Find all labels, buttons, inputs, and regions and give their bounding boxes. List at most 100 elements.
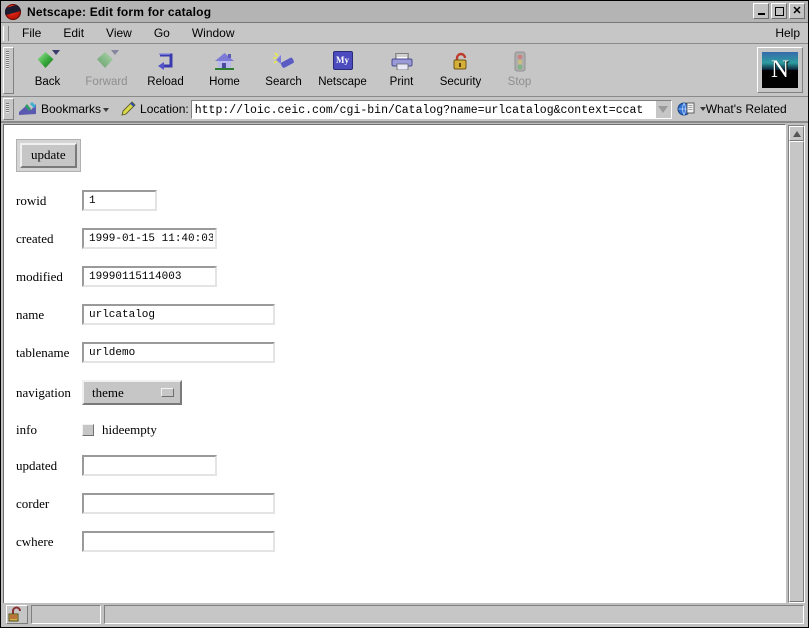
label-created: created [16, 231, 82, 247]
toolbar-home-button[interactable]: Home [195, 47, 254, 88]
url-dropdown-button[interactable] [655, 101, 671, 118]
input-corder[interactable] [82, 493, 275, 514]
reload-icon [151, 49, 181, 75]
toolbar-search-button[interactable]: Search [254, 47, 313, 88]
form-row-navigation: navigation theme [16, 380, 785, 405]
bookmark-icon[interactable] [18, 101, 38, 117]
unlocked-padlock-icon[interactable] [6, 605, 28, 624]
input-updated[interactable] [82, 455, 217, 476]
menu-bar: File Edit View Go Window Help [1, 23, 808, 44]
toolbar-print-button[interactable]: Print [372, 47, 431, 88]
input-modified[interactable] [82, 266, 217, 287]
bookmarks-text: Bookmarks [41, 102, 101, 116]
toolbar-forward-label: Forward [85, 76, 127, 88]
vertical-scrollbar[interactable] [788, 125, 805, 603]
form-row-modified: modified [16, 266, 785, 287]
netscape-logo-icon: N [762, 52, 798, 88]
netscape-logo-letter: N [762, 54, 798, 86]
stop-light-icon [505, 49, 535, 75]
menu-help[interactable]: Help [764, 24, 808, 42]
window-title: Netscape: Edit form for catalog [27, 5, 211, 19]
label-modified: modified [16, 269, 82, 285]
label-corder: corder [16, 496, 82, 512]
label-updated: updated [16, 458, 82, 474]
toolbar-reload-button[interactable]: Reload [136, 47, 195, 88]
menu-view[interactable]: View [95, 24, 143, 42]
label-info: info [16, 422, 82, 438]
maximize-button[interactable] [771, 3, 787, 19]
menu-go[interactable]: Go [143, 24, 181, 42]
toolbar-grip[interactable] [3, 47, 14, 94]
location-bar: Bookmarks Location: What's R [1, 97, 808, 122]
form-row-cwhere: cwhere [16, 531, 785, 552]
whats-related-button[interactable]: What's Related [677, 101, 791, 118]
pen-icon [121, 101, 136, 117]
status-message-panel [31, 605, 101, 624]
input-created[interactable] [82, 228, 217, 249]
label-cwhere: cwhere [16, 534, 82, 550]
whats-related-label: What's Related [706, 102, 787, 116]
toolbar-search-label: Search [265, 76, 301, 88]
scroll-up-arrow[interactable] [789, 126, 804, 141]
bookmarks-label[interactable]: Bookmarks [41, 102, 109, 116]
checkbox-hideempty-wrapper[interactable]: hideempty [82, 422, 157, 438]
toolbar-netscape-label: Netscape [318, 76, 367, 88]
scroll-thumb[interactable] [789, 141, 804, 602]
edit-form: update rowid created modified name [4, 125, 785, 552]
netscape-logo-button[interactable]: N [757, 47, 803, 93]
form-row-created: created [16, 228, 785, 249]
toolbar-netscape-button[interactable]: My Netscape [313, 47, 372, 88]
toolbar-security-button[interactable]: Security [431, 47, 490, 88]
back-diamond-icon [33, 49, 63, 75]
toolbar-back-button[interactable]: Back [18, 47, 77, 88]
label-rowid: rowid [16, 193, 82, 209]
search-flashlight-icon [269, 49, 299, 75]
globe-pages-icon [677, 101, 696, 118]
toolbar-forward-button[interactable]: Forward [77, 47, 136, 88]
label-tablename: tablename [16, 345, 82, 361]
status-progress-panel [104, 605, 804, 624]
checkbox-hideempty-label: hideempty [102, 422, 157, 438]
label-navigation: navigation [16, 385, 82, 401]
select-navigation-value: theme [92, 385, 124, 401]
menu-window[interactable]: Window [181, 24, 246, 42]
toolbar-stop-label: Stop [508, 76, 532, 88]
url-field-wrapper[interactable] [191, 100, 672, 119]
form-row-corder: corder [16, 493, 785, 514]
close-button[interactable]: ✕ [789, 3, 805, 19]
window-controls: ✕ [753, 3, 805, 19]
location-bar-grip[interactable] [3, 98, 14, 120]
url-input[interactable] [192, 101, 655, 120]
form-row-updated: updated [16, 455, 785, 476]
home-icon [210, 49, 240, 75]
input-cwhere[interactable] [82, 531, 275, 552]
form-row-name: name [16, 304, 785, 325]
select-indicator-icon [161, 388, 174, 397]
title-bar: Netscape: Edit form for catalog ✕ [1, 1, 808, 23]
menu-edit[interactable]: Edit [52, 24, 95, 42]
input-rowid[interactable] [82, 190, 157, 211]
my-netscape-icon: My [328, 49, 358, 75]
status-bar [1, 603, 808, 627]
chevron-down-icon [103, 108, 109, 112]
toolbar-security-label: Security [440, 76, 482, 88]
printer-icon [387, 49, 417, 75]
padlock-icon [446, 49, 476, 75]
location-label: Location: [140, 102, 189, 116]
content-area: update rowid created modified name [1, 122, 808, 603]
update-button[interactable]: update [20, 143, 77, 168]
select-navigation[interactable]: theme [82, 380, 182, 405]
minimize-button[interactable] [753, 3, 769, 19]
toolbar-stop-button[interactable]: Stop [490, 47, 549, 88]
form-row-info: info hideempty [16, 422, 785, 438]
input-name[interactable] [82, 304, 275, 325]
page-canvas: update rowid created modified name [3, 124, 786, 603]
my-netscape-label: My [333, 51, 353, 70]
menu-file[interactable]: File [11, 24, 52, 42]
toolbar-reload-label: Reload [147, 76, 183, 88]
label-name: name [16, 307, 82, 323]
input-tablename[interactable] [82, 342, 275, 363]
checkbox-hideempty[interactable] [82, 424, 94, 436]
toolbar-home-label: Home [209, 76, 240, 88]
form-row-tablename: tablename [16, 342, 785, 363]
